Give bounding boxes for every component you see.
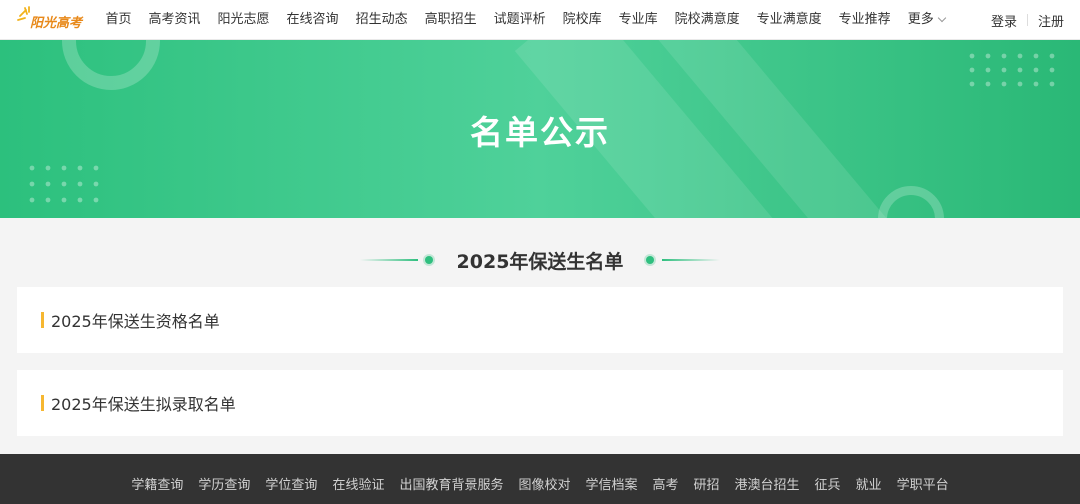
page-banner: 名单公示 — [0, 40, 1080, 218]
list-item-marker — [41, 395, 44, 411]
auth-divider — [1026, 14, 1028, 26]
section-heading: 2025年保送生名单 — [0, 240, 1080, 280]
footer-link[interactable]: 港澳台招生 — [727, 474, 807, 493]
list-item-label: 2025年保送生资格名单 — [51, 312, 220, 331]
chevron-down-icon — [937, 13, 946, 23]
nav-item-home[interactable]: 首页 — [97, 0, 140, 40]
footer-link[interactable]: 出国教育背景服务 — [392, 474, 511, 493]
register-link[interactable]: 注册 — [1038, 11, 1064, 30]
footer-link[interactable]: 在线验证 — [325, 474, 392, 493]
banner-ring — [62, 40, 160, 90]
page-title: 名单公示 — [470, 113, 610, 152]
banner-dot-grid — [29, 165, 99, 203]
list-item-label: 2025年保送生拟录取名单 — [51, 395, 236, 414]
footer-link[interactable]: 学历查询 — [191, 474, 258, 493]
footer-link[interactable]: 图像校对 — [511, 474, 578, 493]
footer-link[interactable]: 学职平台 — [889, 474, 956, 493]
nav-item-major-satisfaction[interactable]: 专业满意度 — [748, 0, 830, 40]
banner-ring — [878, 186, 944, 218]
list-item-marker — [41, 312, 44, 328]
nav-item-volunteer[interactable]: 阳光志愿 — [209, 0, 278, 40]
nav-item-news[interactable]: 高考资讯 — [140, 0, 209, 40]
main-nav: 首页 高考资讯 阳光志愿 在线咨询 招生动态 高职招生 试题评析 院校库 专业库… — [97, 0, 953, 40]
footer-link[interactable]: 高考 — [645, 474, 686, 493]
footer-links: 学籍查询 学历查询 学位查询 在线验证 出国教育背景服务 图像校对 学信档案 高… — [0, 474, 1080, 493]
top-navigation: 阳光高考 首页 高考资讯 阳光志愿 在线咨询 招生动态 高职招生 试题评析 院校… — [0, 0, 1080, 40]
site-logo[interactable]: 阳光高考 — [16, 6, 88, 34]
heading-deco-dot-right — [646, 256, 654, 264]
list-item[interactable]: 2025年保送生资格名单 — [17, 287, 1063, 353]
footer-link[interactable]: 就业 — [848, 474, 889, 493]
section-title: 2025年保送生名单 — [456, 251, 624, 273]
nav-item-admission-news[interactable]: 招生动态 — [347, 0, 416, 40]
footer: 学籍查询 学历查询 学位查询 在线验证 出国教育背景服务 图像校对 学信档案 高… — [0, 454, 1080, 504]
nav-item-consult[interactable]: 在线咨询 — [278, 0, 347, 40]
footer-link[interactable]: 学信档案 — [578, 474, 645, 493]
banner-dot-grid — [969, 53, 1055, 87]
login-link[interactable]: 登录 — [991, 11, 1017, 30]
footer-link[interactable]: 学位查询 — [258, 474, 325, 493]
footer-link[interactable]: 研招 — [686, 474, 727, 493]
nav-item-more[interactable]: 更多 — [899, 0, 953, 40]
list-item[interactable]: 2025年保送生拟录取名单 — [17, 370, 1063, 436]
nav-more-label: 更多 — [907, 12, 934, 27]
nav-item-major-recommend[interactable]: 专业推荐 — [830, 0, 899, 40]
nav-item-college-satisfaction[interactable]: 院校满意度 — [666, 0, 748, 40]
nav-item-vocational[interactable]: 高职招生 — [416, 0, 485, 40]
nav-item-major-db[interactable]: 专业库 — [610, 0, 666, 40]
logo-text: 阳光高考 — [30, 16, 83, 31]
footer-link[interactable]: 征兵 — [807, 474, 848, 493]
footer-link[interactable]: 学籍查询 — [124, 474, 191, 493]
heading-deco-line-right — [662, 259, 720, 261]
auth-links: 登录 注册 — [991, 0, 1064, 40]
nav-item-exam-review[interactable]: 试题评析 — [485, 0, 554, 40]
nav-item-college-db[interactable]: 院校库 — [554, 0, 610, 40]
